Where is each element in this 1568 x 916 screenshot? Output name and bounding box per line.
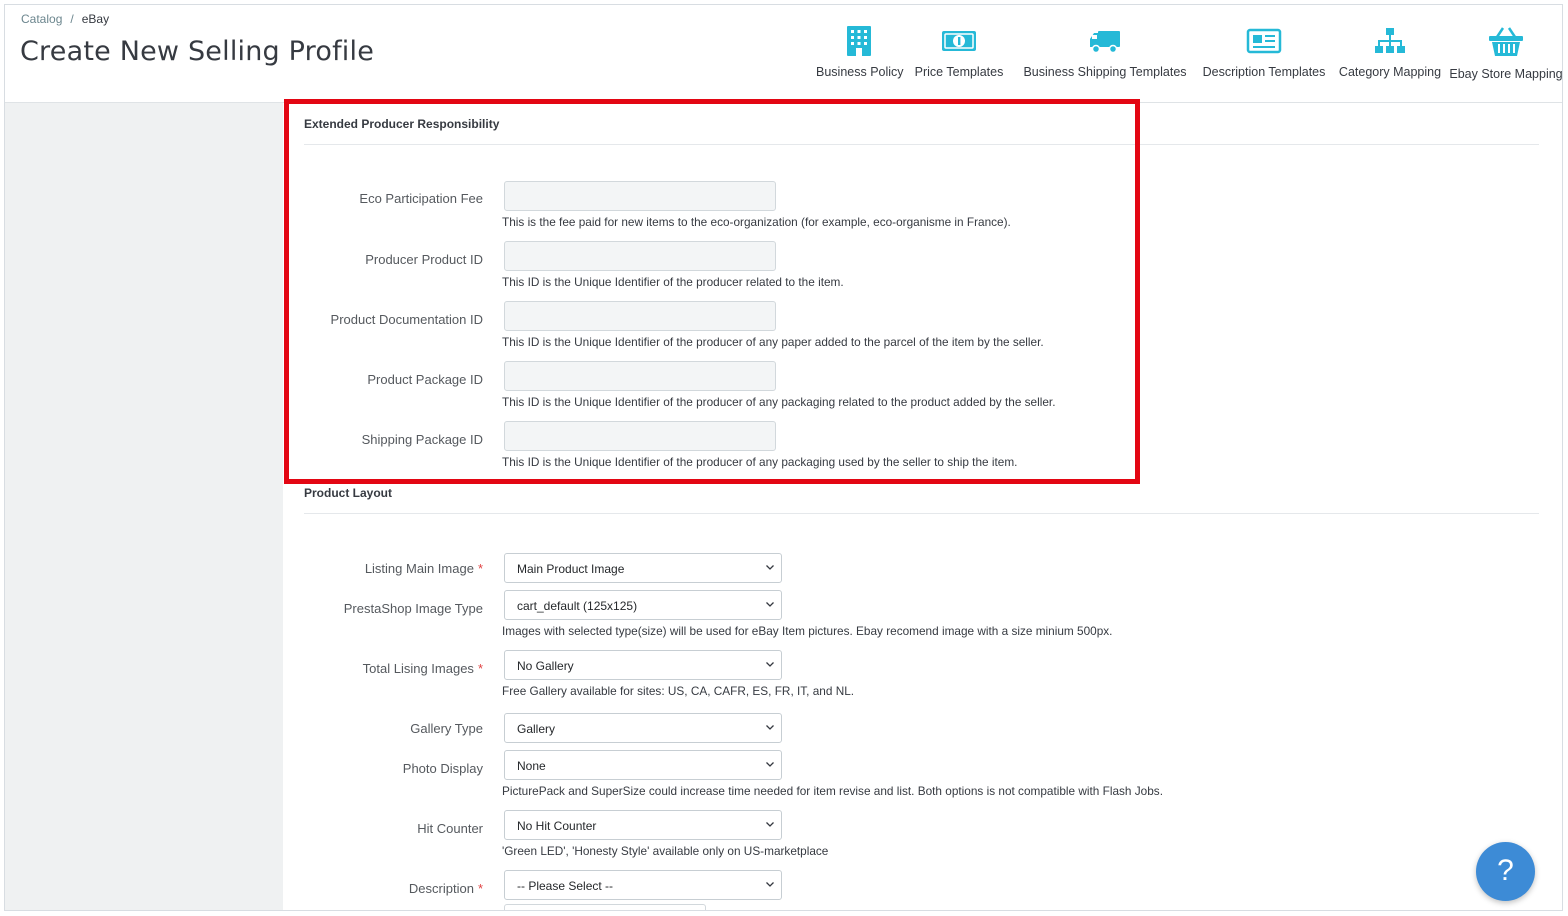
chevron-down-icon [766, 882, 774, 887]
newspaper-icon [1246, 28, 1282, 54]
breadcrumb-catalog-link[interactable]: Catalog [21, 12, 62, 26]
breadcrumb-current: eBay [81, 12, 110, 26]
toolbar: Business Policy Price Templates Business… [5, 25, 1562, 95]
toolbar-shipping-templates-button[interactable]: Business Shipping Templates [1018, 25, 1192, 79]
product-package-id-help: This ID is the Unique Identifier of the … [502, 395, 1056, 409]
toolbar-business-policy-button[interactable]: Business Policy [816, 25, 904, 79]
breadcrumb-separator: / [70, 12, 74, 26]
chevron-down-icon [766, 822, 774, 827]
section-divider [304, 513, 1539, 514]
image-type-select[interactable]: cart_default (125x125) [504, 590, 782, 620]
description-label: Description * [408, 881, 483, 896]
product-package-id-label: Product Package ID [367, 372, 483, 387]
chevron-down-icon [766, 662, 774, 667]
select-value: No Hit Counter [517, 819, 597, 833]
shipping-package-id-help: This ID is the Unique Identifier of the … [502, 455, 1018, 469]
toolbar-label: Category Mapping [1338, 65, 1442, 79]
app-window: Catalog / eBay Create New Selling Profile … [4, 4, 1563, 911]
select-value: Gallery [517, 722, 556, 736]
section-divider [304, 144, 1539, 145]
listing-main-image-label: Listing Main Image * [364, 561, 483, 576]
help-button[interactable]: ? [1476, 842, 1535, 901]
building-icon [847, 26, 871, 56]
chevron-down-icon [766, 725, 774, 730]
toolbar-store-mapping-button[interactable]: Ebay Store Mapping [1449, 25, 1563, 81]
producer-product-id-input[interactable] [504, 241, 776, 271]
select-value: No Gallery [517, 659, 574, 673]
total-listing-images-select[interactable]: No Gallery [504, 650, 782, 680]
shipping-package-id-label: Shipping Package ID [361, 432, 483, 447]
toolbar-price-templates-button[interactable]: Price Templates [914, 25, 1004, 79]
required-marker: * [477, 881, 483, 896]
gallery-type-label: Gallery Type [410, 721, 483, 736]
toolbar-label: Description Templates [1202, 65, 1326, 79]
form-panel: Extended Producer Responsibility Eco Par… [283, 103, 1562, 910]
hit-counter-label: Hit Counter [417, 821, 483, 836]
required-marker: * [477, 661, 483, 676]
eco-fee-input[interactable] [504, 181, 776, 211]
toolbar-label: Business Shipping Templates [1023, 65, 1187, 79]
product-layout-section-title: Product Layout [304, 486, 393, 500]
toolbar-label: Ebay Store Mapping [1449, 67, 1563, 81]
product-documentation-id-label: Product Documentation ID [330, 312, 483, 327]
total-listing-images-label: Total Lising Images * [362, 661, 483, 676]
photo-display-select[interactable]: None [504, 750, 782, 780]
total-listing-images-help: Free Gallery available for sites: US, CA… [502, 684, 855, 698]
producer-product-id-help: This ID is the Unique Identifier of the … [502, 275, 844, 289]
required-marker: * [477, 561, 483, 576]
toolbar-description-templates-button[interactable]: Description Templates [1195, 25, 1333, 79]
image-type-help: Images with selected type(size) will be … [502, 624, 1113, 638]
listing-main-image-select[interactable]: Main Product Image [504, 553, 782, 583]
banknote-icon [942, 31, 976, 51]
chevron-down-icon [766, 762, 774, 767]
select-value: None [517, 759, 546, 773]
select-value: cart_default (125x125) [517, 599, 638, 613]
image-type-label: PrestaShop Image Type [343, 601, 483, 616]
hit-counter-select[interactable]: No Hit Counter [504, 810, 782, 840]
breadcrumb: Catalog / eBay [21, 12, 109, 26]
left-gutter [5, 103, 283, 910]
truck-icon [1090, 31, 1120, 54]
epr-section-title: Extended Producer Responsibility [304, 117, 500, 131]
toolbar-label: Business Policy [816, 65, 904, 79]
select-value: Main Product Image [517, 562, 625, 576]
toolbar-label: Price Templates [914, 65, 1004, 79]
chevron-down-icon [766, 565, 774, 570]
hit-counter-help: 'Green LED', 'Honesty Style' available o… [502, 844, 829, 858]
eco-fee-help: This is the fee paid for new items to th… [502, 215, 1011, 229]
chevron-down-icon [766, 602, 774, 607]
page-header: Catalog / eBay Create New Selling Profile … [5, 5, 1562, 103]
toolbar-category-mapping-button[interactable]: Category Mapping [1334, 25, 1446, 79]
basket-icon [1489, 27, 1523, 56]
producer-product-id-label: Producer Product ID [365, 252, 483, 267]
shipping-package-id-input[interactable] [504, 421, 776, 451]
partial-button[interactable] [504, 904, 706, 910]
product-documentation-id-help: This ID is the Unique Identifier of the … [502, 335, 1044, 349]
product-package-id-input[interactable] [504, 361, 776, 391]
gallery-type-select[interactable]: Gallery [504, 713, 782, 743]
description-select[interactable]: -- Please Select -- [504, 870, 782, 900]
select-value: -- Please Select -- [517, 879, 614, 893]
photo-display-help: PicturePack and SuperSize could increase… [502, 784, 1163, 798]
photo-display-label: Photo Display [402, 761, 483, 776]
product-documentation-id-input[interactable] [504, 301, 776, 331]
eco-fee-label: Eco Participation Fee [359, 191, 483, 206]
sitemap-icon [1375, 28, 1405, 53]
